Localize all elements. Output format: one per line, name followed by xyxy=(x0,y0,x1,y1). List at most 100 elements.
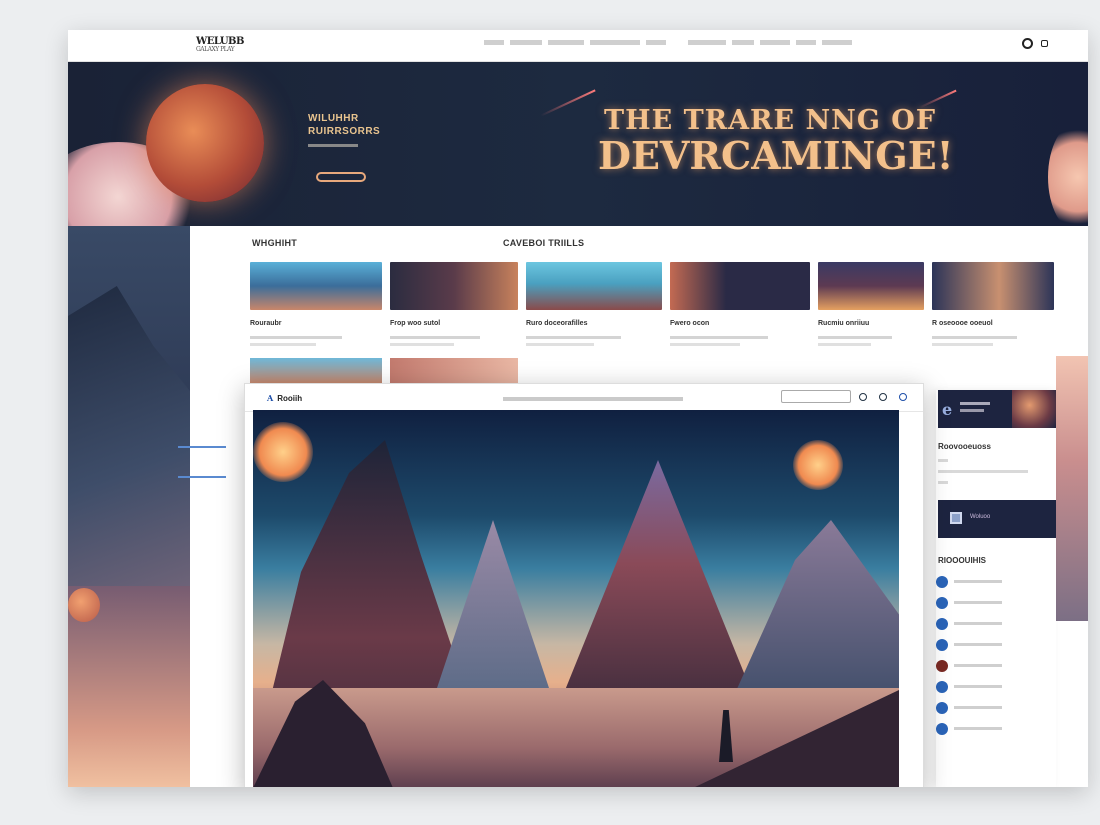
sidebar-list-item[interactable] xyxy=(936,613,1056,634)
section-label-cards: CAVEBOI TRIILLS xyxy=(503,238,585,248)
card[interactable]: Fwero ocon xyxy=(670,262,810,346)
mountain-distant xyxy=(433,520,553,700)
browser-search-input[interactable] xyxy=(781,390,851,403)
sidebar-heading: RIOOOUIHIS xyxy=(938,556,987,565)
card-desc-line xyxy=(932,343,993,346)
card-row: Rouraubr Frop woo sutol Ruro doceorafill… xyxy=(250,262,1054,346)
user-icon[interactable] xyxy=(1041,40,1048,47)
browser-nav-links[interactable] xyxy=(503,397,683,401)
card-title[interactable]: Frop woo sutol xyxy=(390,320,518,327)
orb-illustration xyxy=(68,588,100,622)
card-title[interactable]: Rouraubr xyxy=(250,320,382,327)
card-desc-line xyxy=(670,336,768,339)
card[interactable]: Frop woo sutol xyxy=(390,262,518,346)
user-icon[interactable] xyxy=(899,393,907,401)
hero-title-line2: DEVRCAMINGE! xyxy=(598,133,954,178)
card-thumbnail[interactable] xyxy=(250,358,382,384)
sidebar-list xyxy=(936,571,1056,739)
sidebar-feature-letter: e xyxy=(942,400,953,419)
nav-link-1[interactable] xyxy=(484,40,504,45)
nav-link-2[interactable] xyxy=(510,40,542,45)
card[interactable]: R oseoooe ooeuol xyxy=(932,262,1054,346)
sidebar-list-item[interactable] xyxy=(936,655,1056,676)
right-scenery xyxy=(1054,356,1088,621)
card-thumbnail[interactable] xyxy=(818,262,924,310)
cloud-decoration-right xyxy=(1048,122,1088,226)
nav-icons xyxy=(1022,38,1048,49)
avatar xyxy=(936,596,948,609)
promo-text: Woluoo xyxy=(970,514,991,520)
card-desc-line xyxy=(670,343,740,346)
sidebar-feature[interactable]: e xyxy=(938,390,1056,428)
sidebar-promo[interactable]: Woluoo xyxy=(938,500,1056,538)
card-thumbnail[interactable] xyxy=(390,262,518,310)
sidebar-list-item[interactable] xyxy=(936,697,1056,718)
avatar xyxy=(936,617,948,630)
fantasy-landscape-image xyxy=(253,410,899,787)
card-title[interactable]: Fwero ocon xyxy=(670,320,810,327)
brand-name: Rooiih xyxy=(277,394,303,403)
top-nav: WELUBB GALAXY PLAY xyxy=(68,30,1088,62)
nav-link-7[interactable] xyxy=(732,40,754,45)
card[interactable]: Ruro doceorafilles xyxy=(526,262,662,346)
nav-link-4[interactable] xyxy=(590,40,640,45)
browser-brand[interactable]: A Rooiih xyxy=(267,393,302,403)
card-thumbnail[interactable] xyxy=(250,262,382,310)
card-desc-line xyxy=(390,343,454,346)
sidebar-text-line xyxy=(938,470,1028,473)
avatar xyxy=(936,722,948,735)
card-desc-line xyxy=(932,336,1018,339)
nav-links xyxy=(484,40,852,45)
info-icon[interactable] xyxy=(879,393,887,401)
search-icon[interactable] xyxy=(859,393,867,401)
card-title[interactable]: Rucmiu onriiuu xyxy=(818,320,924,327)
sidebar-feature-image xyxy=(1012,390,1056,428)
sidebar-list-item[interactable] xyxy=(936,676,1056,697)
nav-link-8[interactable] xyxy=(760,40,790,45)
logo-subtext: GALAXY PLAY xyxy=(196,46,235,53)
site-logo[interactable]: WELUBB GALAXY PLAY xyxy=(196,37,244,54)
hero-cta-button[interactable] xyxy=(316,172,366,182)
card-title[interactable]: R oseoooe ooeuol xyxy=(932,320,1054,327)
sidebar-item-text xyxy=(954,664,1002,667)
sidebar-item-text xyxy=(954,601,1002,604)
nav-link-10[interactable] xyxy=(822,40,852,45)
avatar xyxy=(936,638,948,651)
tagline-divider xyxy=(308,144,358,147)
card-title[interactable]: Ruro doceorafilles xyxy=(526,320,662,327)
nav-link-5[interactable] xyxy=(646,40,666,45)
sun-glow xyxy=(253,422,313,482)
sidebar-list-item[interactable] xyxy=(936,592,1056,613)
card-thumbnail[interactable] xyxy=(526,262,662,310)
sidebar-list-item[interactable] xyxy=(936,718,1056,739)
card-desc-line xyxy=(390,336,480,339)
left-link[interactable] xyxy=(178,476,226,478)
card[interactable]: Rucmiu onriiuu xyxy=(818,262,924,346)
promo-image xyxy=(950,512,962,524)
card-thumbnail[interactable] xyxy=(932,262,1054,310)
sidebar-list-item[interactable] xyxy=(936,634,1056,655)
nav-link-3[interactable] xyxy=(548,40,584,45)
sidebar-item-text xyxy=(954,622,1002,625)
avatar xyxy=(936,575,948,588)
hero-title: THE TRARE NNG OF DEVRCAMINGE! xyxy=(598,106,953,176)
left-link[interactable] xyxy=(178,446,226,448)
nav-link-6[interactable] xyxy=(688,40,726,45)
card[interactable]: Rouraubr xyxy=(250,262,382,346)
mountain-center xyxy=(553,460,763,720)
search-icon[interactable] xyxy=(1022,38,1033,49)
browser-window: A Rooiih xyxy=(244,383,924,787)
card-row-secondary xyxy=(250,358,518,384)
card-thumbnail[interactable] xyxy=(390,358,518,384)
left-link-list xyxy=(178,446,226,506)
card-thumbnail[interactable] xyxy=(670,262,810,310)
sidebar-heading: Roovooeuoss xyxy=(938,442,991,451)
card-desc-line xyxy=(250,336,343,339)
sidebar-text-line xyxy=(938,481,948,484)
card-desc-line xyxy=(818,343,871,346)
left-scenery xyxy=(68,226,190,787)
right-sidebar: e Roovooeuoss Woluoo RIOOOUIHIS xyxy=(936,390,1056,787)
nav-link-9[interactable] xyxy=(796,40,816,45)
sidebar-feature-text xyxy=(960,409,984,412)
sidebar-list-item[interactable] xyxy=(936,571,1056,592)
